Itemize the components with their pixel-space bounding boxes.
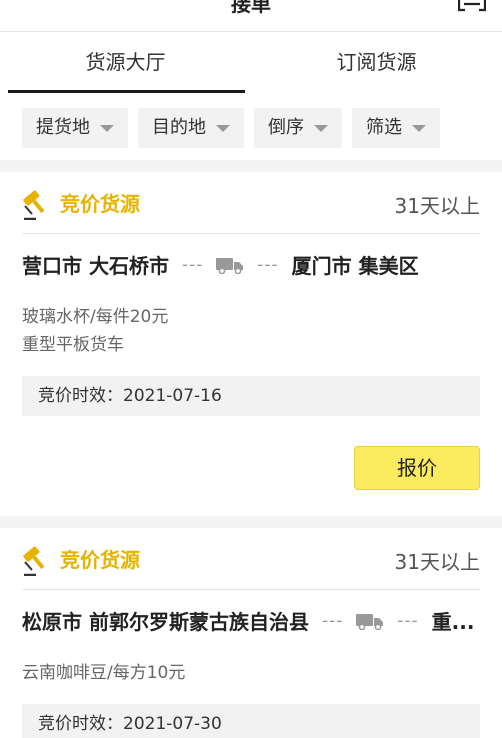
time-label: 31天以上 (394, 550, 480, 574)
goods-info: 云南咖啡豆/每方10元 (22, 663, 186, 683)
filter-pickup-location[interactable]: 提货地 (22, 108, 128, 148)
destination-city: 重... (431, 610, 475, 634)
cargo-card[interactable]: 竞价货源 31天以上 松原市 前郭尔罗斯蒙古族自治县 --- --- 重... … (0, 528, 502, 738)
filter-bar: 提货地 目的地 倒序 筛选 (0, 94, 502, 160)
filter-sort-order[interactable]: 倒序 (254, 108, 342, 148)
truck-icon (216, 257, 244, 274)
filter-label: 提货地 (36, 117, 90, 138)
bid-deadline: 竞价时效：2021-07-16 (22, 376, 480, 416)
active-tab-indicator (8, 90, 245, 93)
destination-city: 厦门市 集美区 (291, 254, 419, 278)
gavel-icon (23, 546, 45, 576)
route: 营口市 大石桥市 --- --- 厦门市 集美区 (22, 250, 480, 280)
vehicle-info: 重型平板货车 (22, 335, 124, 355)
caret-down-icon (100, 125, 114, 132)
route: 松原市 前郭尔罗斯蒙古族自治县 --- --- 重... (22, 606, 480, 636)
truck-icon (356, 613, 384, 630)
filter-label: 倒序 (268, 117, 304, 138)
route-dash: --- (257, 254, 279, 275)
route-dash: --- (321, 610, 344, 631)
top-bar: 接单 (0, 0, 502, 32)
tab-subscribed-cargo[interactable]: 订阅货源 (251, 32, 502, 94)
cargo-card[interactable]: 竞价货源 31天以上 营口市 大石桥市 --- --- 厦门市 集美区 玻璃水杯… (0, 172, 502, 516)
bid-deadline: 竞价时效：2021-07-30 (22, 704, 480, 738)
gavel-icon (23, 190, 45, 220)
tab-bar: 货源大厅 订阅货源 (0, 32, 502, 94)
route-dash: --- (181, 254, 204, 275)
caret-down-icon (314, 125, 328, 132)
bid-cargo-label: 竞价货源 (60, 192, 140, 216)
time-label: 31天以上 (394, 194, 480, 218)
tab-cargo-hall[interactable]: 货源大厅 (0, 32, 251, 94)
caret-down-icon (412, 125, 426, 132)
route-dash: --- (397, 610, 419, 631)
page-title: 接单 (231, 0, 271, 16)
filter-label: 筛选 (366, 117, 402, 138)
card-header: 竞价货源 31天以上 (22, 172, 480, 234)
filter-destination[interactable]: 目的地 (138, 108, 244, 148)
filter-label: 目的地 (152, 117, 206, 138)
filter-screen[interactable]: 筛选 (352, 108, 440, 148)
scan-icon[interactable] (458, 0, 486, 16)
caret-down-icon (216, 125, 230, 132)
origin-city: 松原市 前郭尔罗斯蒙古族自治县 (22, 610, 309, 634)
goods-info: 玻璃水杯/每件20元 (22, 307, 169, 327)
card-header: 竞价货源 31天以上 (22, 528, 480, 590)
quote-button[interactable]: 报价 (354, 446, 480, 490)
bid-cargo-label: 竞价货源 (60, 548, 140, 572)
origin-city: 营口市 大石桥市 (22, 254, 169, 278)
